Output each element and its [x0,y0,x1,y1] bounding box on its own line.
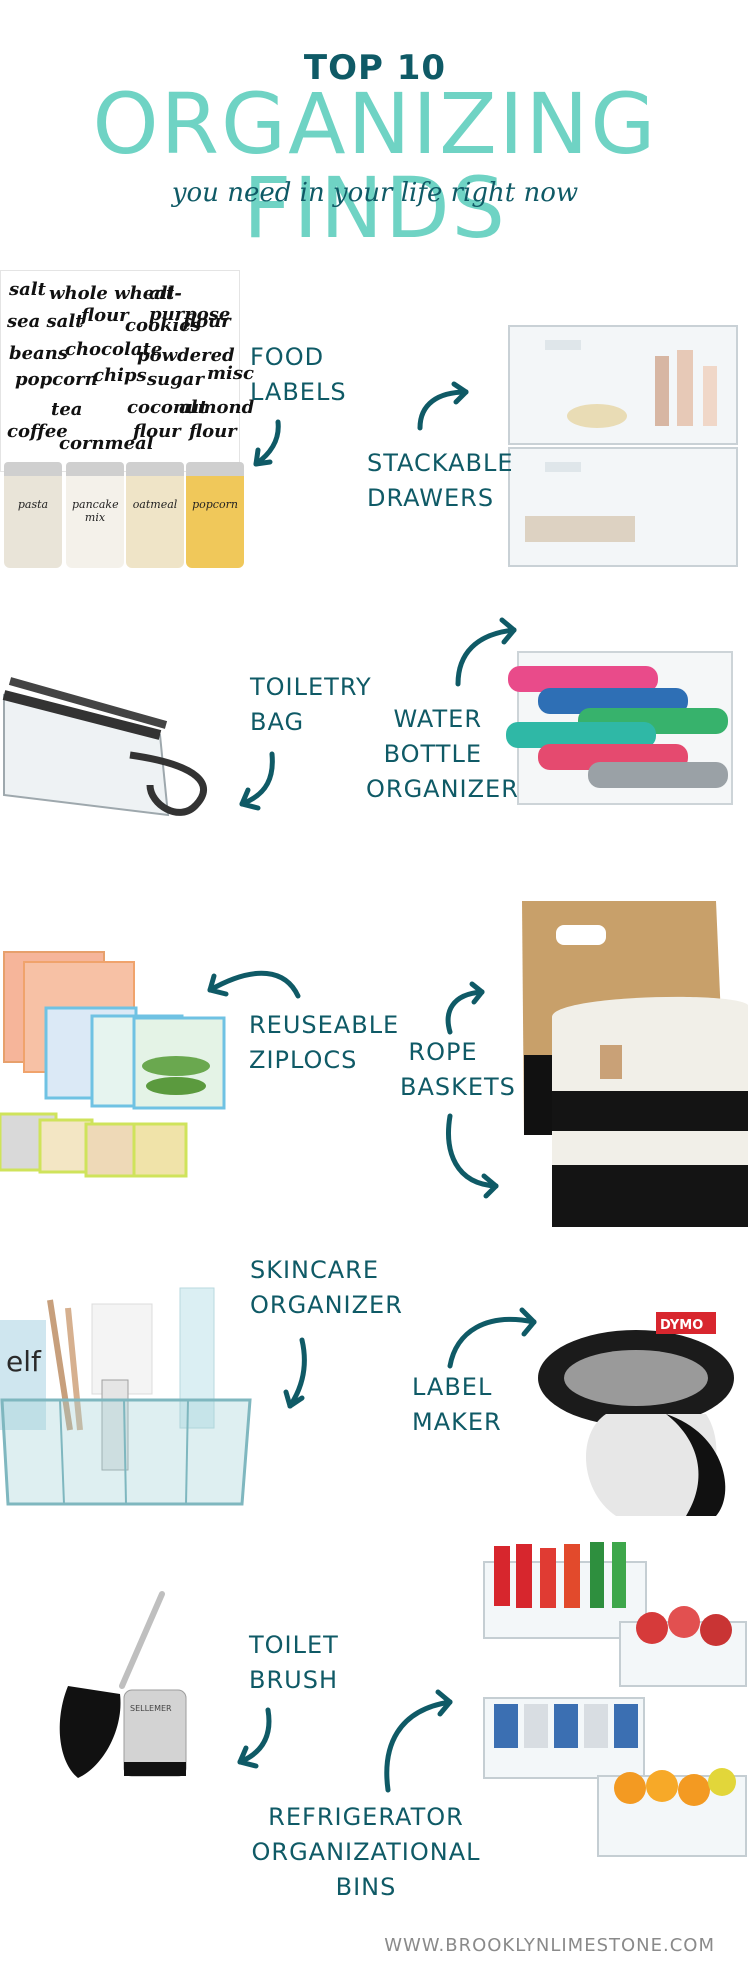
sticker-word: sugar [147,369,204,390]
sellemer-brand-text: SELLEMER [130,1704,172,1713]
arrow-icon [445,981,485,1035]
label-toiletry-bag: TOILETRY BAG [250,673,372,736]
label-skincare-organizer: SKINCARE ORGANIZER [250,1256,403,1319]
toiletry-bag-image [2,677,208,817]
arrow-icon [237,1707,272,1769]
arrow-icon [446,1113,499,1199]
elf-brand-text: elf [6,1345,41,1378]
rope-baskets-image [522,901,748,1227]
label-refrigerator-bins: REFRIGERATOR ORGANIZATIONAL BINS [251,1803,481,1901]
sticker-word: flour [81,305,129,326]
sticker-word: sea salt [7,311,84,332]
jar-label: pasta [17,498,49,511]
skincare-organizer-image [0,1287,252,1506]
water-bottle-organizer-image [506,651,733,805]
arrow-icon [253,419,281,467]
toilet-brush-image [59,1591,187,1778]
page-subtitle: you need in your life right now [171,178,579,208]
label-food-labels: FOOD LABELS [250,343,347,406]
sticker-word: misc [207,363,254,384]
sticker-word: salt [9,279,46,300]
label-label-maker: LABEL MAKER [412,1373,502,1436]
label-water-bottle-organizer: WATER BOTTLE ORGANIZER [366,705,519,803]
footer-website: WWW.BROOKLYNLIMESTONE.COM [384,1935,715,1956]
arrow-icon [417,381,469,431]
label-toilet-brush: TOILET BRUSH [249,1631,339,1694]
label-maker-image [538,1312,734,1516]
jar-popcorn: popcorn [186,462,244,568]
jar-label: pancake mix [72,498,119,524]
stackable-drawers-image [508,325,738,567]
food-labels-sticker-sheet: salt whole wheat all-purpose sea salt fl… [0,270,254,472]
refrigerator-bins-image [483,1542,747,1857]
page-title: ORGANIZING FINDS [92,75,658,257]
sticker-word: chips [93,365,147,386]
arrow-icon [455,617,517,687]
sticker-word: popcorn [15,369,98,390]
sticker-word: flour [133,421,181,442]
arrow-icon [283,1337,307,1409]
jar-label: popcorn [192,498,238,511]
sticker-word: flour [183,311,231,332]
label-stackable-drawers: STACKABLE DRAWERS [367,449,514,512]
jar-pancake-mix: pancake mix [66,462,124,568]
jar-label: oatmeal [132,498,178,511]
arrow-icon [447,1307,537,1369]
jar-oatmeal: oatmeal [126,462,184,568]
sticker-word: beans [9,343,68,364]
dymo-brand-text: DYMO [660,1318,704,1333]
sticker-word: tea [51,399,83,420]
arrow-icon [384,1689,453,1793]
label-rope-baskets: ROPE BASKETS [400,1038,516,1101]
sticker-word: flour [189,421,237,442]
reuseable-ziplocs-image [0,951,226,1178]
sticker-word: almond [179,397,255,418]
jar-pasta: pasta [4,462,62,568]
arrow-icon [207,970,301,999]
label-reuseable-ziplocs: REUSEABLE ZIPLOCS [249,1011,400,1074]
arrow-icon [239,751,275,811]
